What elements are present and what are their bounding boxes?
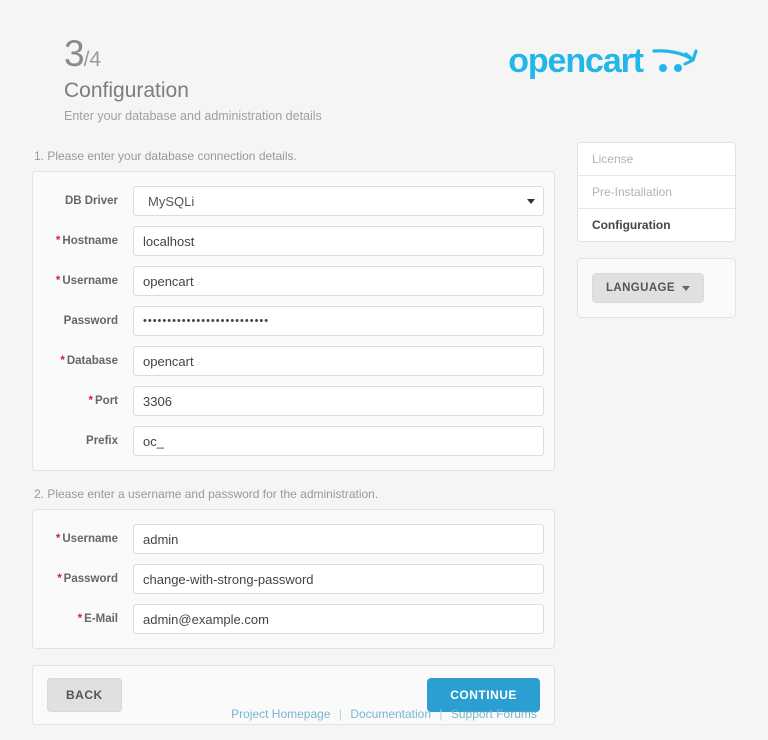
logo-wordmark: opencart <box>508 41 644 80</box>
chevron-down-icon <box>681 285 690 291</box>
install-steps-panel: License Pre-Installation Configuration <box>576 142 736 242</box>
form-row-database: * Database <box>33 346 544 376</box>
required-asterisk: * <box>60 355 65 367</box>
label-db-username: * Username <box>33 275 133 287</box>
step-number: 3 <box>64 33 85 74</box>
form-row-port: * Port <box>33 386 544 416</box>
required-asterisk: * <box>57 573 62 585</box>
page-subtitle: Enter your database and administration d… <box>64 109 322 123</box>
language-panel: LANGUAGE <box>576 258 736 318</box>
label-db-driver: DB Driver <box>33 195 133 207</box>
required-asterisk: * <box>77 613 83 625</box>
database-section-note: 1. Please enter your database connection… <box>34 149 297 163</box>
label-database: * Database <box>33 355 133 367</box>
step-counter: 3/4 <box>64 35 322 72</box>
language-dropdown-button[interactable]: LANGUAGE <box>591 273 704 303</box>
label-hostname-text: Hostname <box>62 235 118 247</box>
page-title: Configuration <box>64 79 189 102</box>
label-admin-email-text: E-Mail <box>84 613 118 625</box>
required-asterisk: * <box>88 395 93 407</box>
page-header: 3/4 Configuration Enter your database an… <box>0 0 768 123</box>
label-admin-email: * E-Mail <box>33 613 133 625</box>
label-port: * Port <box>33 395 133 407</box>
label-database-text: Database <box>66 355 118 367</box>
opencart-logo: opencart <box>508 30 736 79</box>
db-driver-select[interactable]: MySQLi <box>133 186 544 216</box>
db-username-input[interactable] <box>133 266 544 296</box>
sidebar-item-pre-installation[interactable]: Pre-Installation <box>577 176 735 209</box>
form-row-db-password: Password <box>33 306 544 336</box>
admin-email-input[interactable] <box>133 604 544 634</box>
db-driver-value: MySQLi <box>148 193 195 209</box>
label-db-username-text: Username <box>62 275 118 287</box>
label-db-driver-text: DB Driver <box>64 195 118 207</box>
main-column: 1. Please enter your database connection… <box>32 141 555 725</box>
form-row-hostname: * Hostname <box>33 226 544 256</box>
prefix-input[interactable] <box>133 426 544 456</box>
sidebar: License Pre-Installation Configuration L… <box>576 141 736 725</box>
form-row-db-username: * Username <box>33 266 544 296</box>
form-row-admin-password: * Password <box>33 564 544 594</box>
shopping-cart-icon <box>652 44 698 79</box>
footer-separator: | <box>338 707 342 721</box>
install-page: 3/4 Configuration Enter your database an… <box>0 0 768 740</box>
admin-password-input[interactable] <box>133 564 544 594</box>
admin-fieldset: *Username *Password *E-M <box>32 509 555 649</box>
required-asterisk: * <box>55 235 61 247</box>
sidebar-item-license[interactable]: License <box>577 143 735 176</box>
step-total: /4 <box>83 48 102 71</box>
admin-username-input[interactable] <box>133 524 544 554</box>
form-row-admin-email: * E-Mail <box>33 604 544 634</box>
form-row-admin-username: * Username <box>33 524 544 554</box>
admin-section-note: 2. Please enter a username and password … <box>34 487 379 501</box>
link-support-forums[interactable]: Support Forums <box>451 707 537 721</box>
label-admin-username: * Username <box>33 533 133 545</box>
language-button-label: LANGUAGE <box>605 282 675 294</box>
label-port-text: Port <box>95 395 118 407</box>
step-heading: 3/4 Configuration Enter your database an… <box>64 30 322 123</box>
required-asterisk: * <box>55 275 61 287</box>
sidebar-item-configuration[interactable]: Configuration <box>577 209 735 241</box>
chevron-down-icon[interactable] <box>526 199 535 204</box>
label-hostname: * Hostname <box>33 235 133 247</box>
label-prefix-text: Prefix <box>86 435 118 447</box>
label-admin-password-text: Password <box>63 573 118 585</box>
database-input[interactable] <box>133 346 544 376</box>
label-db-password: Password <box>33 315 133 327</box>
link-documentation[interactable]: Documentation <box>350 707 431 721</box>
label-admin-username-text: Username <box>62 533 118 545</box>
port-input[interactable] <box>133 386 544 416</box>
form-row-prefix: Prefix <box>33 426 544 456</box>
link-project-homepage[interactable]: Project Homepage <box>231 707 330 721</box>
required-asterisk: * <box>55 533 61 545</box>
footer-separator: | <box>439 707 443 721</box>
hostname-input[interactable] <box>133 226 544 256</box>
content-area: 1. Please enter your database connection… <box>0 123 768 725</box>
label-prefix: Prefix <box>33 435 133 447</box>
label-db-password-text: Password <box>63 315 118 327</box>
footer-links: Project Homepage | Documentation | Suppo… <box>0 707 768 721</box>
label-admin-password: * Password <box>33 573 133 585</box>
db-password-input[interactable] <box>133 306 544 336</box>
database-fieldset: DB Driver MySQLi * Hostname localhost * … <box>32 171 555 471</box>
form-row-db-driver: DB Driver MySQLi <box>33 186 544 216</box>
